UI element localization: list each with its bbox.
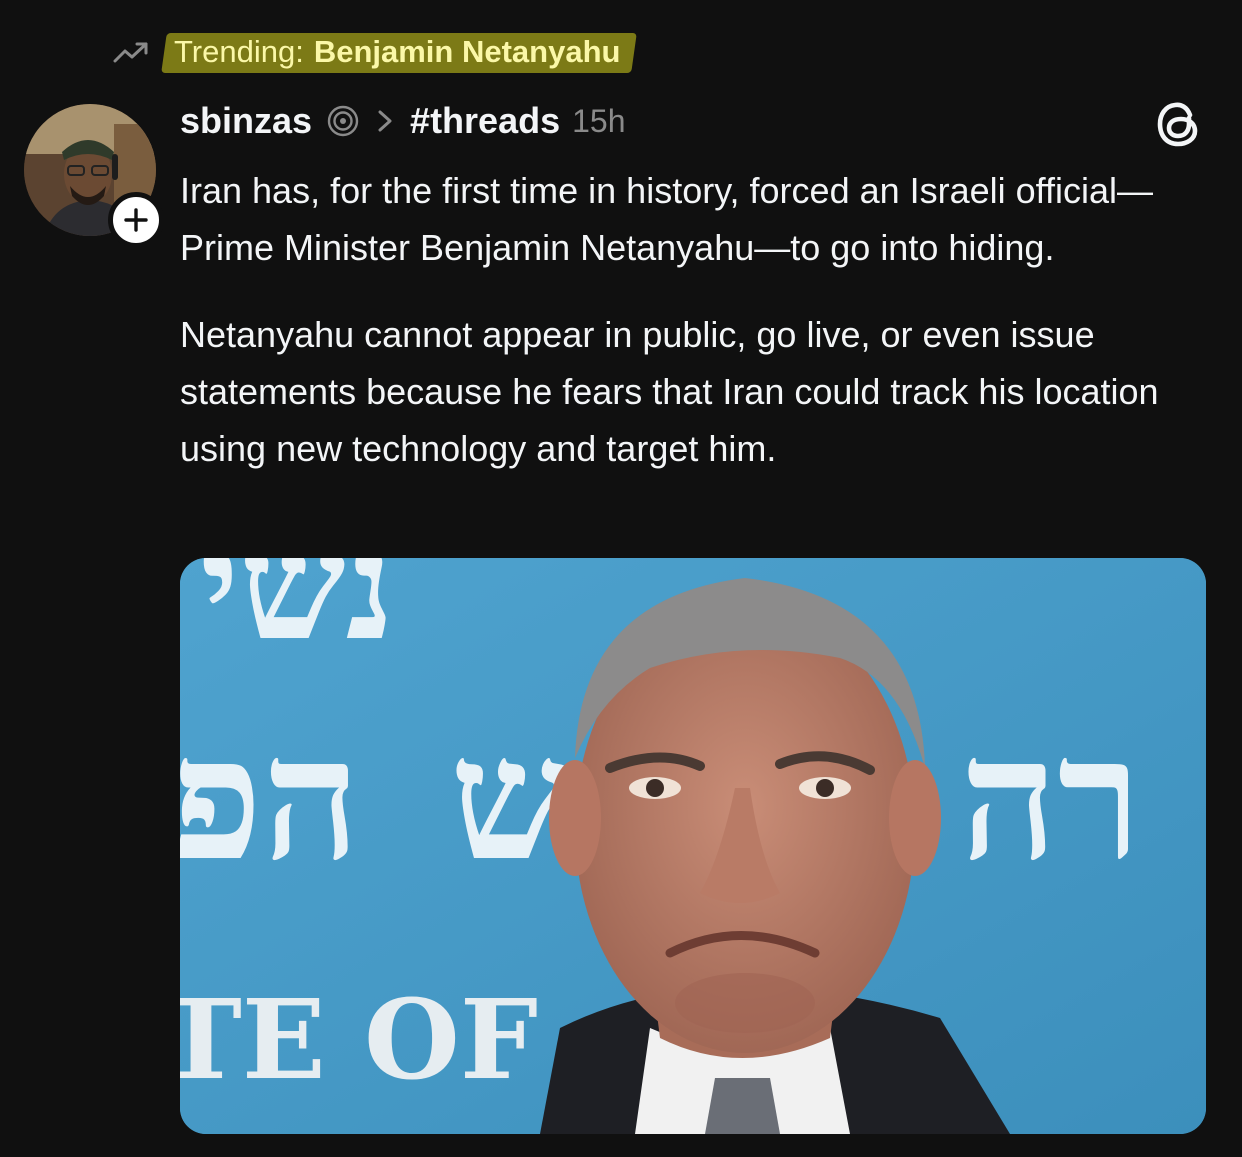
topic-tag-link[interactable]: #threads [410, 100, 560, 142]
plus-icon [124, 208, 148, 232]
backdrop-lettering-mid-left: הפ [180, 699, 360, 899]
trending-topic: Benjamin Netanyahu [313, 34, 621, 69]
threads-logo-icon[interactable] [1154, 98, 1204, 150]
backdrop-lettering-top: נשי [200, 558, 394, 674]
trending-label: Trending: [174, 34, 304, 69]
backdrop-lettering-bottom: TE OF [180, 975, 538, 1104]
trending-up-icon [113, 42, 148, 63]
post-paragraph: Iran has, for the first time in history,… [180, 170, 1154, 268]
follow-button[interactable] [108, 192, 164, 248]
verified-icon [327, 105, 359, 137]
trending-bar[interactable]: Trending: Benjamin Netanyahu [112, 28, 634, 76]
backdrop-lettering-right: רה [960, 699, 1141, 899]
trending-topic-link[interactable]: Trending: Benjamin Netanyahu [166, 31, 634, 73]
post-header: sbinzas #threads 15h [180, 96, 626, 146]
post-paragraph: Netanyahu cannot appear in public, go li… [180, 314, 1159, 469]
post-body: Iran has, for the first time in history,… [180, 162, 1210, 477]
author-avatar-container[interactable] [24, 104, 164, 248]
chevron-right-icon [378, 110, 392, 132]
author-username[interactable]: sbinzas [180, 100, 312, 142]
post-timestamp: 15h [572, 102, 626, 139]
post-image[interactable]: נשי הפ ש רה TE OF [180, 558, 1206, 1134]
